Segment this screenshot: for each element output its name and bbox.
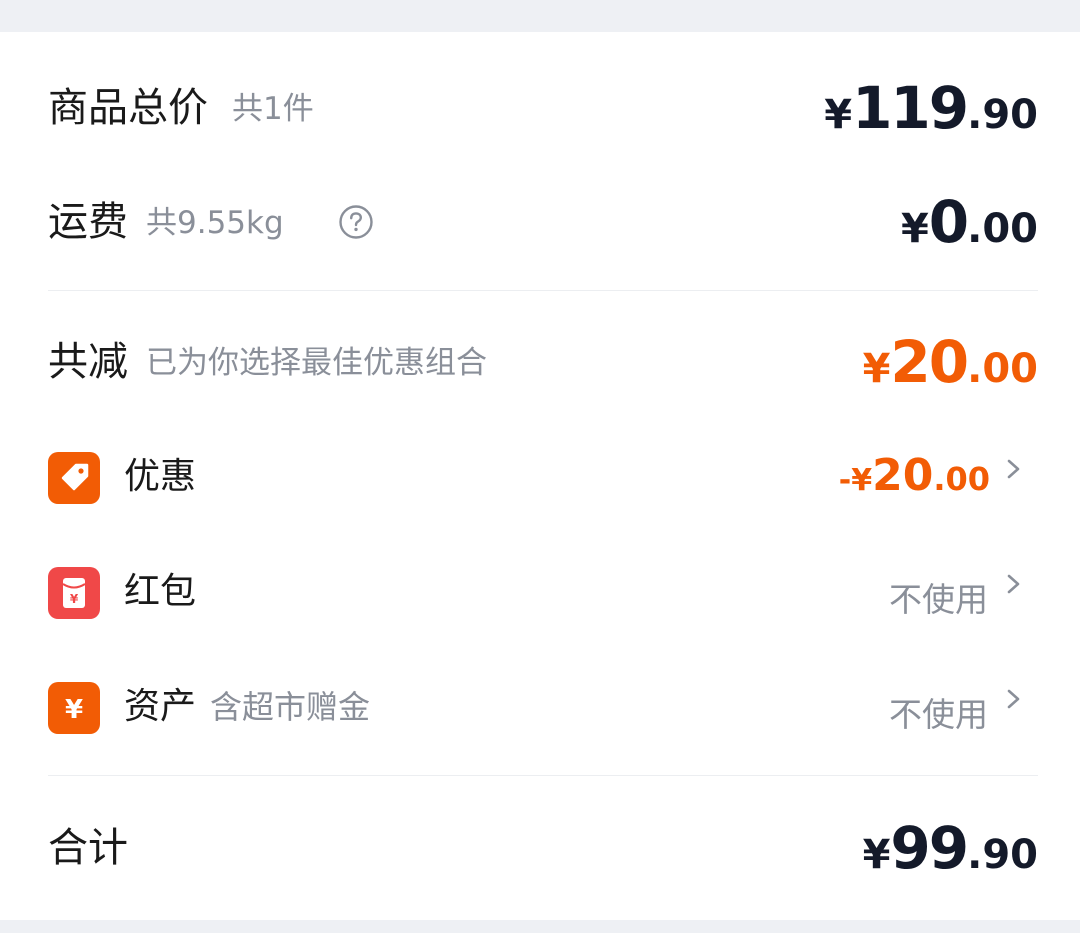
assets-row[interactable]: ¥ 资产 含超市赠金 不使用 [48, 675, 1038, 745]
yuan-icon: ¥ [48, 682, 100, 734]
red-packet-icon: ¥ [48, 567, 100, 619]
shipping-row: 运费 共9.55kg ¥0.00 [48, 192, 1038, 252]
red-packet-row[interactable]: ¥ 红包 不使用 [48, 560, 1038, 630]
goods-total-price: ¥119.90 [824, 74, 1038, 142]
discount-row[interactable]: 优惠 -¥20.00 [48, 445, 1038, 509]
total-label: 合计 [48, 825, 128, 871]
red-packet-label: 红包 [124, 571, 197, 612]
goods-total-label: 商品总价 [48, 85, 208, 131]
shipping-price: ¥0.00 [900, 188, 1038, 256]
reduction-price: ¥20.00 [862, 328, 1038, 396]
chevron-right-icon [1007, 574, 1020, 594]
discount-value: -¥20.00 [838, 450, 990, 501]
assets-value: 不使用 [889, 695, 988, 734]
assets-label: 资产 [124, 686, 197, 727]
reduction-label: 共减 [48, 339, 128, 385]
svg-text:¥: ¥ [70, 592, 79, 606]
assets-note: 含超市赠金 [210, 688, 371, 726]
help-icon[interactable] [338, 204, 374, 240]
goods-total-row: 商品总价 共1件 ¥119.90 [48, 78, 1038, 138]
order-summary-card: 商品总价 共1件 ¥119.90 运费 共9.55kg ¥0.00 共减 已为你… [0, 32, 1080, 920]
total-price: ¥99.90 [862, 814, 1038, 882]
shipping-weight-note: 共9.55kg [146, 205, 284, 241]
reduction-row: 共减 已为你选择最佳优惠组合 ¥20.00 [48, 332, 1038, 392]
divider [48, 290, 1038, 291]
chevron-right-icon [1007, 459, 1020, 479]
tag-icon [48, 452, 100, 504]
svg-text:¥: ¥ [65, 695, 83, 725]
divider [48, 775, 1038, 776]
red-packet-value: 不使用 [889, 580, 988, 619]
chevron-right-icon [1007, 689, 1020, 709]
total-row: 合计 ¥99.90 [48, 818, 1038, 878]
goods-count-note: 共1件 [232, 91, 314, 127]
reduction-note: 已为你选择最佳优惠组合 [146, 345, 487, 381]
discount-label: 优惠 [124, 456, 197, 497]
shipping-label: 运费 [48, 199, 128, 245]
